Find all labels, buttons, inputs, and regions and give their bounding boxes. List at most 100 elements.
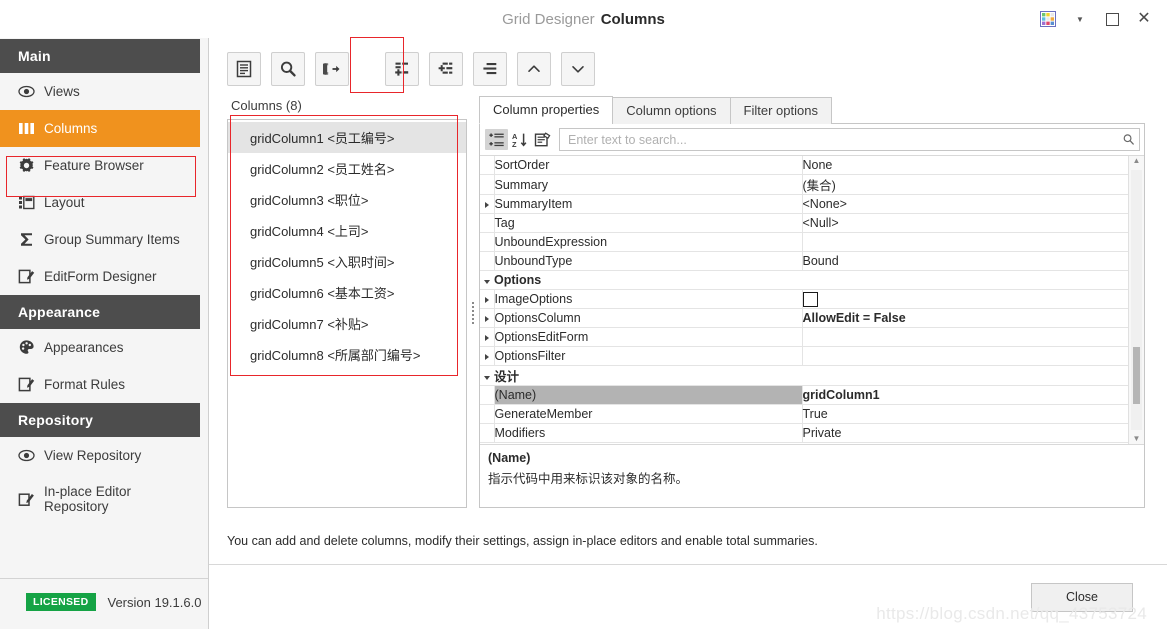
sidebar-item-label: Layout: [44, 195, 85, 210]
scrollbar-track[interactable]: [1131, 170, 1142, 430]
search-input[interactable]: [566, 131, 1122, 148]
list-item[interactable]: gridColumn3 <职位>: [228, 184, 466, 215]
scroll-down-icon[interactable]: ▼: [1133, 435, 1141, 443]
category-row[interactable]: 设计: [480, 365, 1128, 386]
table-row[interactable]: (Name) gridColumn1: [480, 385, 1128, 405]
row-expander[interactable]: [480, 346, 494, 366]
property-name: UnboundType: [493, 251, 803, 271]
property-value[interactable]: [802, 232, 1128, 252]
maximize-icon[interactable]: [1097, 5, 1127, 33]
sidebar-item-format-rules[interactable]: Format Rules: [0, 366, 200, 403]
close-icon[interactable]: ✕: [1129, 5, 1159, 33]
run-designer-button[interactable]: [315, 52, 349, 86]
sidebar-item-appearances[interactable]: Appearances: [0, 329, 200, 366]
property-grid-scrollbar[interactable]: ▲ ▼: [1128, 156, 1144, 444]
eye-icon: [18, 447, 35, 464]
add-banded-column-button[interactable]: [429, 52, 463, 86]
category-value: [802, 365, 1128, 386]
table-row[interactable]: UnboundType Bound: [480, 251, 1128, 271]
row-expander[interactable]: [480, 289, 494, 309]
property-value[interactable]: gridColumn1: [802, 385, 1128, 405]
format-rules-icon: [18, 376, 35, 393]
list-item[interactable]: gridColumn1 <员工编号>: [228, 122, 466, 153]
property-tabs: Column properties Column options Filter …: [479, 96, 1145, 124]
table-row[interactable]: SummaryItem <None>: [480, 194, 1128, 214]
sidebar-item-group-summary-items[interactable]: Group Summary Items: [0, 221, 200, 258]
table-row[interactable]: OptionsEditForm: [480, 327, 1128, 347]
property-name: Summary: [493, 174, 803, 195]
move-down-button[interactable]: [561, 52, 595, 86]
sidebar-item-views[interactable]: Views: [0, 73, 200, 110]
table-row[interactable]: ImageOptions: [480, 289, 1128, 309]
table-row[interactable]: OptionsFilter: [480, 346, 1128, 366]
chevron-down-icon[interactable]: ▼: [1065, 5, 1095, 33]
sidebar-item-layout[interactable]: Layout: [0, 184, 200, 221]
category-row[interactable]: Options: [480, 270, 1128, 290]
panel-splitter[interactable]: [467, 96, 479, 530]
close-button[interactable]: Close: [1031, 582, 1133, 612]
scroll-up-icon[interactable]: ▲: [1133, 157, 1141, 165]
sidebar-item-label: View Repository: [44, 448, 142, 463]
row-expander[interactable]: [480, 194, 494, 214]
list-item[interactable]: gridColumn4 <上司>: [228, 215, 466, 246]
columns-count-label: Columns (8): [231, 98, 302, 113]
list-item[interactable]: gridColumn8 <所属部门编号>: [228, 339, 466, 370]
sidebar-item-label: Views: [44, 84, 80, 99]
skin-grid-icon[interactable]: [1033, 5, 1063, 33]
property-panel: Column properties Column options Filter …: [479, 96, 1145, 508]
property-value[interactable]: <Null>: [802, 213, 1128, 233]
add-column-button[interactable]: [385, 52, 419, 86]
grid-designer-window: Grid Designer Columns ▼ ✕ Main Views Col…: [0, 0, 1167, 629]
property-search-box[interactable]: [559, 128, 1140, 151]
list-item[interactable]: gridColumn6 <基本工资>: [228, 277, 466, 308]
property-value[interactable]: [802, 327, 1128, 347]
alphabetical-button[interactable]: A Z: [508, 129, 531, 150]
table-row[interactable]: UnboundExpression: [480, 232, 1128, 252]
columns-icon: [18, 120, 35, 137]
property-value[interactable]: [802, 289, 1128, 309]
property-value[interactable]: True: [802, 404, 1128, 424]
property-value[interactable]: None: [802, 156, 1128, 175]
table-row[interactable]: Tag <Null>: [480, 213, 1128, 233]
list-item[interactable]: gridColumn7 <补贴>: [228, 308, 466, 339]
property-grid-scroll[interactable]: SortOrder None Summary (集合) SummaryItem …: [480, 156, 1128, 444]
table-row[interactable]: Modifiers Private: [480, 423, 1128, 443]
table-row[interactable]: GenerateMember True: [480, 404, 1128, 424]
tab-column-options[interactable]: Column options: [612, 97, 731, 124]
scrollbar-thumb[interactable]: [1133, 346, 1140, 404]
category-name: Options: [494, 270, 802, 290]
sidebar-item-columns[interactable]: Columns: [0, 110, 200, 147]
table-row[interactable]: SortOrder None: [480, 156, 1128, 175]
sidebar-item-view-repository[interactable]: View Repository: [0, 437, 200, 474]
move-up-button[interactable]: [517, 52, 551, 86]
property-name: OptionsEditForm: [493, 327, 803, 347]
show-grid-button[interactable]: [227, 52, 261, 86]
sidebar-item-editform-designer[interactable]: EditForm Designer: [0, 258, 200, 295]
property-value[interactable]: Private: [802, 423, 1128, 443]
row-expander: [480, 404, 494, 424]
columns-list[interactable]: gridColumn1 <员工编号> gridColumn2 <员工姓名> gr…: [227, 119, 467, 508]
categorized-button[interactable]: [485, 129, 508, 150]
property-value[interactable]: AllowEdit = False: [802, 308, 1128, 328]
property-name: OptionsColumn: [493, 308, 803, 328]
row-expander[interactable]: [480, 270, 494, 290]
sidebar-item-inplace-editor-repository[interactable]: In-place Editor Repository: [0, 474, 200, 524]
description-title: (Name): [488, 451, 531, 465]
sidebar-item-feature-browser[interactable]: Feature Browser: [0, 147, 200, 184]
table-row[interactable]: OptionsColumn AllowEdit = False: [480, 308, 1128, 328]
property-value[interactable]: <None>: [802, 194, 1128, 214]
property-value[interactable]: (集合): [802, 174, 1128, 195]
row-expander[interactable]: [480, 365, 494, 386]
property-value[interactable]: Bound: [802, 251, 1128, 271]
row-expander[interactable]: [480, 327, 494, 347]
delete-column-button[interactable]: [473, 52, 507, 86]
row-expander[interactable]: [480, 308, 494, 328]
retrieve-fields-button[interactable]: [271, 52, 305, 86]
list-item[interactable]: gridColumn2 <员工姓名>: [228, 153, 466, 184]
property-pages-button[interactable]: [531, 129, 554, 150]
tab-column-properties[interactable]: Column properties: [479, 96, 614, 124]
list-item[interactable]: gridColumn5 <入职时间>: [228, 246, 466, 277]
property-value[interactable]: [802, 346, 1128, 366]
table-row[interactable]: Summary (集合): [480, 174, 1128, 195]
tab-filter-options[interactable]: Filter options: [729, 97, 832, 124]
